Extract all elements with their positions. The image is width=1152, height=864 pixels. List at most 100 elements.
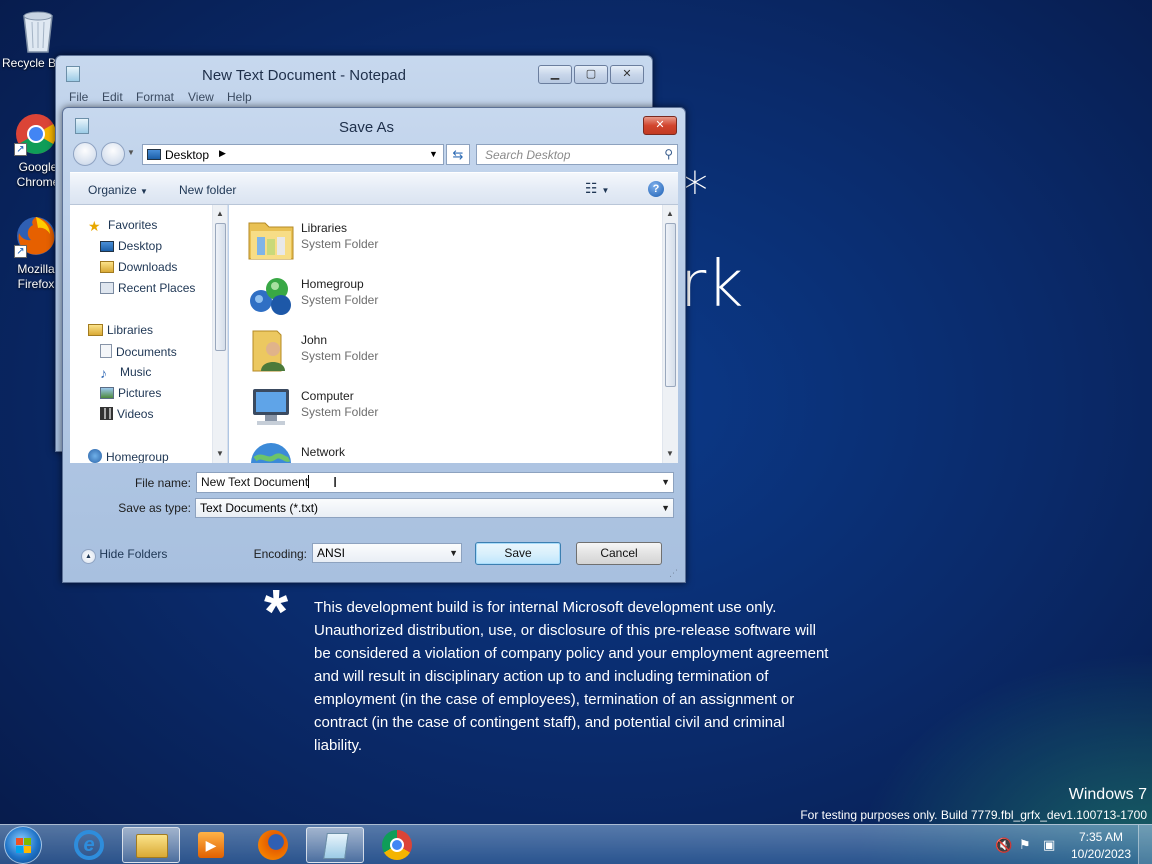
desktop-icon bbox=[100, 241, 114, 252]
file-item-computer[interactable]: Computer System Folder bbox=[247, 379, 447, 431]
menu-format[interactable]: Format bbox=[136, 90, 174, 104]
taskbar-internet-explorer[interactable]: e bbox=[60, 827, 118, 863]
file-name-value: New Text Document bbox=[201, 475, 309, 489]
organize-label: Organize bbox=[88, 183, 137, 197]
file-list-scrollbar[interactable]: ▲ ▼ bbox=[662, 205, 678, 463]
taskbar-windows-explorer[interactable] bbox=[122, 827, 180, 863]
minimize-button[interactable]: ▁ bbox=[538, 65, 572, 84]
nav-favorites[interactable]: ★ Favorites bbox=[88, 218, 158, 234]
search-placeholder: Search Desktop bbox=[485, 148, 571, 162]
action-center-icon[interactable]: ⚑ bbox=[1019, 837, 1031, 853]
refresh-button[interactable]: ⇆ bbox=[446, 144, 470, 165]
nav-music[interactable]: ♪ Music bbox=[100, 365, 151, 381]
hide-folders-button[interactable]: ▲ Hide Folders bbox=[81, 547, 167, 564]
libraries-icon bbox=[88, 324, 103, 336]
nav-videos[interactable]: Videos bbox=[100, 407, 153, 421]
scroll-down-arrow-icon[interactable]: ▼ bbox=[666, 449, 674, 458]
file-name-dropdown-icon[interactable]: ▼ bbox=[661, 473, 670, 492]
windows-logo-icon bbox=[16, 838, 31, 853]
text-cursor bbox=[308, 475, 310, 488]
file-type: System Folder bbox=[301, 349, 379, 363]
address-dropdown-icon[interactable]: ▼ bbox=[429, 149, 438, 159]
nav-desktop-label: Desktop bbox=[118, 239, 163, 253]
volume-muted-icon[interactable]: 🔇 bbox=[995, 837, 1012, 854]
organize-dropdown-icon: ▼ bbox=[140, 187, 148, 196]
file-name-input[interactable]: New Text Document ▼ bbox=[196, 472, 674, 493]
menu-file[interactable]: File bbox=[69, 90, 88, 104]
notepad-menubar: File Edit Format View Help bbox=[62, 88, 648, 108]
encoding-select[interactable]: ANSI ▼ bbox=[312, 543, 462, 563]
file-item-homegroup[interactable]: Homegroup System Folder bbox=[247, 267, 447, 319]
show-desktop-button[interactable] bbox=[1138, 825, 1152, 864]
encoding-label: Encoding: bbox=[253, 547, 307, 561]
new-folder-button[interactable]: New folder bbox=[179, 183, 236, 197]
search-icon[interactable]: ⚲ bbox=[664, 147, 673, 161]
menu-edit[interactable]: Edit bbox=[102, 90, 123, 104]
nav-libraries-label: Libraries bbox=[107, 323, 154, 337]
start-button[interactable] bbox=[4, 826, 42, 864]
notepad-close-button[interactable]: ✕ bbox=[610, 65, 644, 84]
taskbar-notepad[interactable] bbox=[306, 827, 364, 863]
clock-date[interactable]: 10/20/2023 bbox=[1066, 847, 1136, 861]
nav-videos-label: Videos bbox=[117, 407, 154, 421]
file-item-john[interactable]: John System Folder bbox=[247, 323, 447, 375]
maximize-button[interactable]: ▢ bbox=[574, 65, 608, 84]
help-icon[interactable]: ? bbox=[648, 181, 664, 197]
recent-pages-dropdown[interactable]: ▼ bbox=[127, 148, 135, 157]
hide-folders-label: Hide Folders bbox=[99, 547, 168, 561]
scroll-up-arrow-icon[interactable]: ▲ bbox=[216, 209, 224, 218]
computer-icon bbox=[247, 383, 295, 429]
address-bar[interactable]: Desktop ▶ ▼ bbox=[142, 144, 444, 165]
search-input[interactable]: Search Desktop ⚲ bbox=[476, 144, 678, 165]
scroll-down-arrow-icon[interactable]: ▼ bbox=[216, 449, 224, 458]
nav-downloads[interactable]: Downloads bbox=[100, 260, 177, 274]
save-as-dialog[interactable]: Save As ✕ ▼ Desktop ▶ ▼ ⇆ Search Desktop… bbox=[62, 107, 686, 583]
menu-view[interactable]: View bbox=[188, 90, 214, 104]
view-options-icon[interactable]: ☷ ▼ bbox=[585, 180, 609, 197]
dev-notice-text: This development build is for internal M… bbox=[314, 599, 829, 754]
nav-homegroup[interactable]: Homegroup bbox=[88, 449, 169, 463]
save-as-type-select[interactable]: Text Documents (*.txt) ▼ bbox=[195, 498, 674, 518]
scroll-up-arrow-icon[interactable]: ▲ bbox=[666, 209, 674, 218]
taskbar-chrome[interactable] bbox=[368, 827, 426, 863]
file-type: System Folder bbox=[301, 405, 379, 419]
dialog-close-button[interactable]: ✕ bbox=[643, 116, 677, 135]
scroll-thumb[interactable] bbox=[665, 223, 676, 387]
resize-grip-icon[interactable]: ⋰ bbox=[669, 568, 678, 579]
breadcrumb-chevron-icon[interactable]: ▶ bbox=[219, 148, 226, 159]
file-item-libraries[interactable]: Libraries System Folder bbox=[247, 211, 447, 263]
nav-desktop[interactable]: Desktop bbox=[100, 239, 162, 253]
file-item-network[interactable]: Network bbox=[247, 435, 447, 463]
file-name: Network bbox=[301, 445, 346, 459]
menu-help[interactable]: Help bbox=[227, 90, 252, 104]
navigation-pane[interactable]: ★ Favorites Desktop Downloads Recent Plac… bbox=[70, 205, 228, 463]
clock-time[interactable]: 7:35 AM bbox=[1066, 830, 1136, 844]
save-button[interactable]: Save bbox=[475, 542, 561, 565]
nav-favorites-label: Favorites bbox=[108, 218, 158, 232]
scroll-thumb[interactable] bbox=[215, 223, 226, 351]
forward-button[interactable] bbox=[101, 142, 125, 166]
nav-libraries[interactable]: Libraries bbox=[88, 323, 153, 337]
nav-pictures[interactable]: Pictures bbox=[100, 386, 161, 400]
firefox-icon: ↗ bbox=[14, 214, 58, 258]
nav-recent-places[interactable]: Recent Places bbox=[100, 281, 195, 295]
nav-pictures-label: Pictures bbox=[118, 386, 162, 400]
cancel-button[interactable]: Cancel bbox=[576, 542, 662, 565]
chrome-icon bbox=[382, 830, 412, 860]
nav-pane-scrollbar[interactable]: ▲ ▼ bbox=[212, 205, 227, 463]
taskbar-media-player[interactable]: ▶ bbox=[182, 827, 240, 863]
command-toolbar: Organize ▼ New folder ☷ ▼ ? bbox=[70, 172, 678, 205]
shortcut-arrow-icon: ↗ bbox=[14, 245, 27, 258]
chrome-icon: ↗ bbox=[14, 112, 58, 156]
dev-notice-asterisk: * bbox=[264, 578, 289, 647]
network-status-icon[interactable]: ▣ bbox=[1043, 837, 1055, 853]
taskbar-firefox[interactable] bbox=[244, 827, 302, 863]
save-as-type-value: Text Documents (*.txt) bbox=[200, 501, 319, 515]
organize-button[interactable]: Organize ▼ bbox=[88, 183, 148, 197]
address-text: Desktop bbox=[165, 148, 210, 162]
file-list-pane[interactable]: Libraries System Folder Homegroup System… bbox=[229, 205, 678, 463]
back-button[interactable] bbox=[73, 142, 97, 166]
nav-documents[interactable]: Documents bbox=[100, 344, 177, 359]
videos-icon bbox=[100, 407, 113, 420]
media-player-icon: ▶ bbox=[198, 832, 224, 858]
